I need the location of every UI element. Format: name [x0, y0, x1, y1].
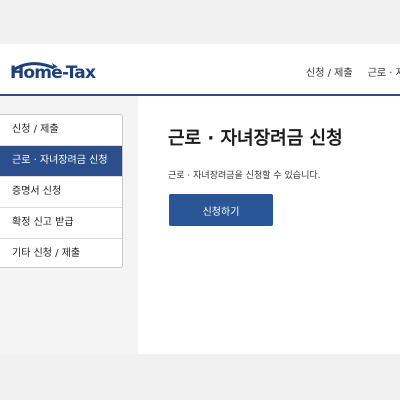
- page-description: 근로 · 자녀장려금을 신청할 수 있습니다.: [168, 171, 321, 181]
- sidebar-item-confirm-report[interactable]: 확정 신고 받급: [0, 208, 122, 239]
- apply-button[interactable]: 신청하기: [169, 194, 273, 226]
- sidebar-menu: 신청 / 제출 근로 · 자녀장려금 신청 증명서 신청 확정 신고 받급 기타…: [0, 114, 123, 268]
- sidebar-item-certificate[interactable]: 증명서 신청: [0, 177, 122, 208]
- hometax-logo[interactable]: Home-Tax: [8, 60, 96, 86]
- page-body: 신청 / 제출 근로 · 자녀장려금 신청 증명서 신청 확정 신고 받급 기타…: [0, 96, 400, 354]
- page-title: 근로 · 자녀장려금 신청: [168, 128, 343, 149]
- topnav-item-submit[interactable]: 신청 / 제출: [306, 68, 353, 79]
- topnav-item-incentive[interactable]: 근로 · 자녀장려금 신청: [368, 68, 400, 79]
- logo-text: Home-Tax: [10, 63, 96, 83]
- sidebar-item-submit[interactable]: 신청 / 제출: [0, 115, 122, 146]
- top-nav: 신청 / 제출 근로 · 자녀장려금 신청: [306, 64, 400, 80]
- header-bar: Home-Tax 신청 / 제출 근로 · 자녀장려금 신청: [0, 44, 400, 96]
- main-content: 근로 · 자녀장려금 신청 근로 · 자녀장려금을 신청할 수 있습니다. 신청…: [168, 124, 343, 226]
- sidebar-item-incentive[interactable]: 근로 · 자녀장려금 신청: [0, 146, 122, 177]
- sidebar-item-other[interactable]: 기타 신청 / 제출: [0, 239, 122, 267]
